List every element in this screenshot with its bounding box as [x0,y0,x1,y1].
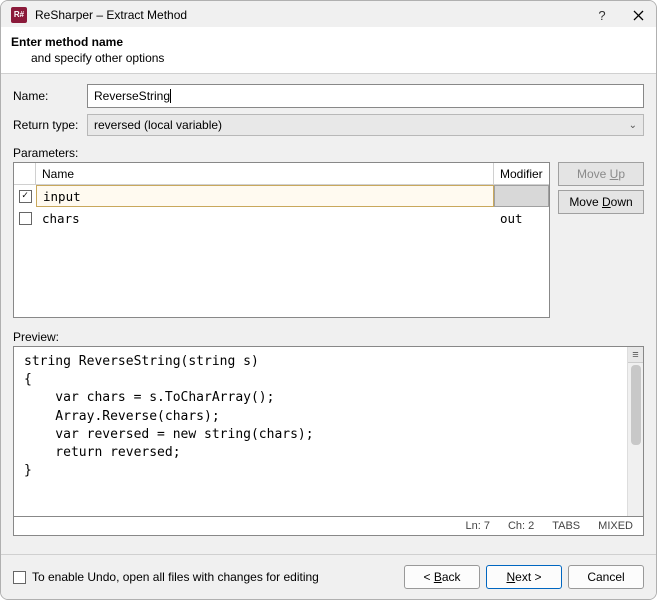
preview-code[interactable]: string ReverseString(string s) { var cha… [14,347,627,516]
table-header: Name Modifier [14,163,549,185]
window-title: ReSharper – Extract Method [35,8,594,22]
param-modifier[interactable]: out [494,207,549,229]
text-caret [170,89,171,103]
cancel-button[interactable]: Cancel [568,565,644,589]
col-header-name[interactable]: Name [36,163,494,184]
scroll-thumb[interactable] [631,365,641,445]
parameters-table[interactable]: Name Modifier input chars out [13,162,550,318]
close-button[interactable] [630,7,646,23]
param-name[interactable]: chars [36,207,494,229]
parameters-label: Parameters: [13,146,644,160]
dialog-footer: To enable Undo, open all files with chan… [1,554,656,599]
param-name[interactable]: input [36,185,494,207]
back-button[interactable]: < Back [404,565,480,589]
preview-label: Preview: [13,330,644,344]
return-type-select[interactable]: reversed (local variable) ⌄ [87,114,644,136]
chevron-down-icon: ⌄ [629,120,637,131]
split-icon[interactable]: ≡ [628,347,643,363]
extract-method-dialog: R# ReSharper – Extract Method ? Enter me… [0,0,657,600]
scrollbar[interactable]: ≡ [627,347,643,516]
move-up-button[interactable]: Move Up [558,162,644,186]
resharper-icon: R# [11,7,27,23]
param-checkbox[interactable] [19,190,32,203]
help-button[interactable]: ? [594,7,610,23]
status-col: Ch: 2 [508,520,534,532]
col-header-modifier[interactable]: Modifier [494,163,549,184]
status-mixed: MIXED [598,520,633,532]
status-line: Ln: 7 [465,520,489,532]
return-type-value: reversed (local variable) [94,118,222,132]
name-label: Name: [13,89,83,103]
undo-checkbox[interactable] [13,571,26,584]
titlebar: R# ReSharper – Extract Method ? [1,1,656,27]
header-title: Enter method name [11,35,644,49]
next-button[interactable]: Next > [486,565,562,589]
preview-box: string ReverseString(string s) { var cha… [13,346,644,517]
undo-label: To enable Undo, open all files with chan… [32,570,319,584]
param-modifier[interactable] [494,185,549,207]
header-subtitle: and specify other options [11,51,644,65]
return-type-label: Return type: [13,118,83,132]
table-row[interactable]: input [14,185,549,207]
status-bar: Ln: 7 Ch: 2 TABS MIXED [13,517,644,536]
dialog-header: Enter method name and specify other opti… [1,27,656,74]
name-input[interactable]: ReverseString [87,84,644,108]
status-tabs: TABS [552,520,580,532]
move-down-button[interactable]: Move Down [558,190,644,214]
table-row[interactable]: chars out [14,207,549,229]
param-checkbox[interactable] [19,212,32,225]
close-icon [633,10,644,21]
